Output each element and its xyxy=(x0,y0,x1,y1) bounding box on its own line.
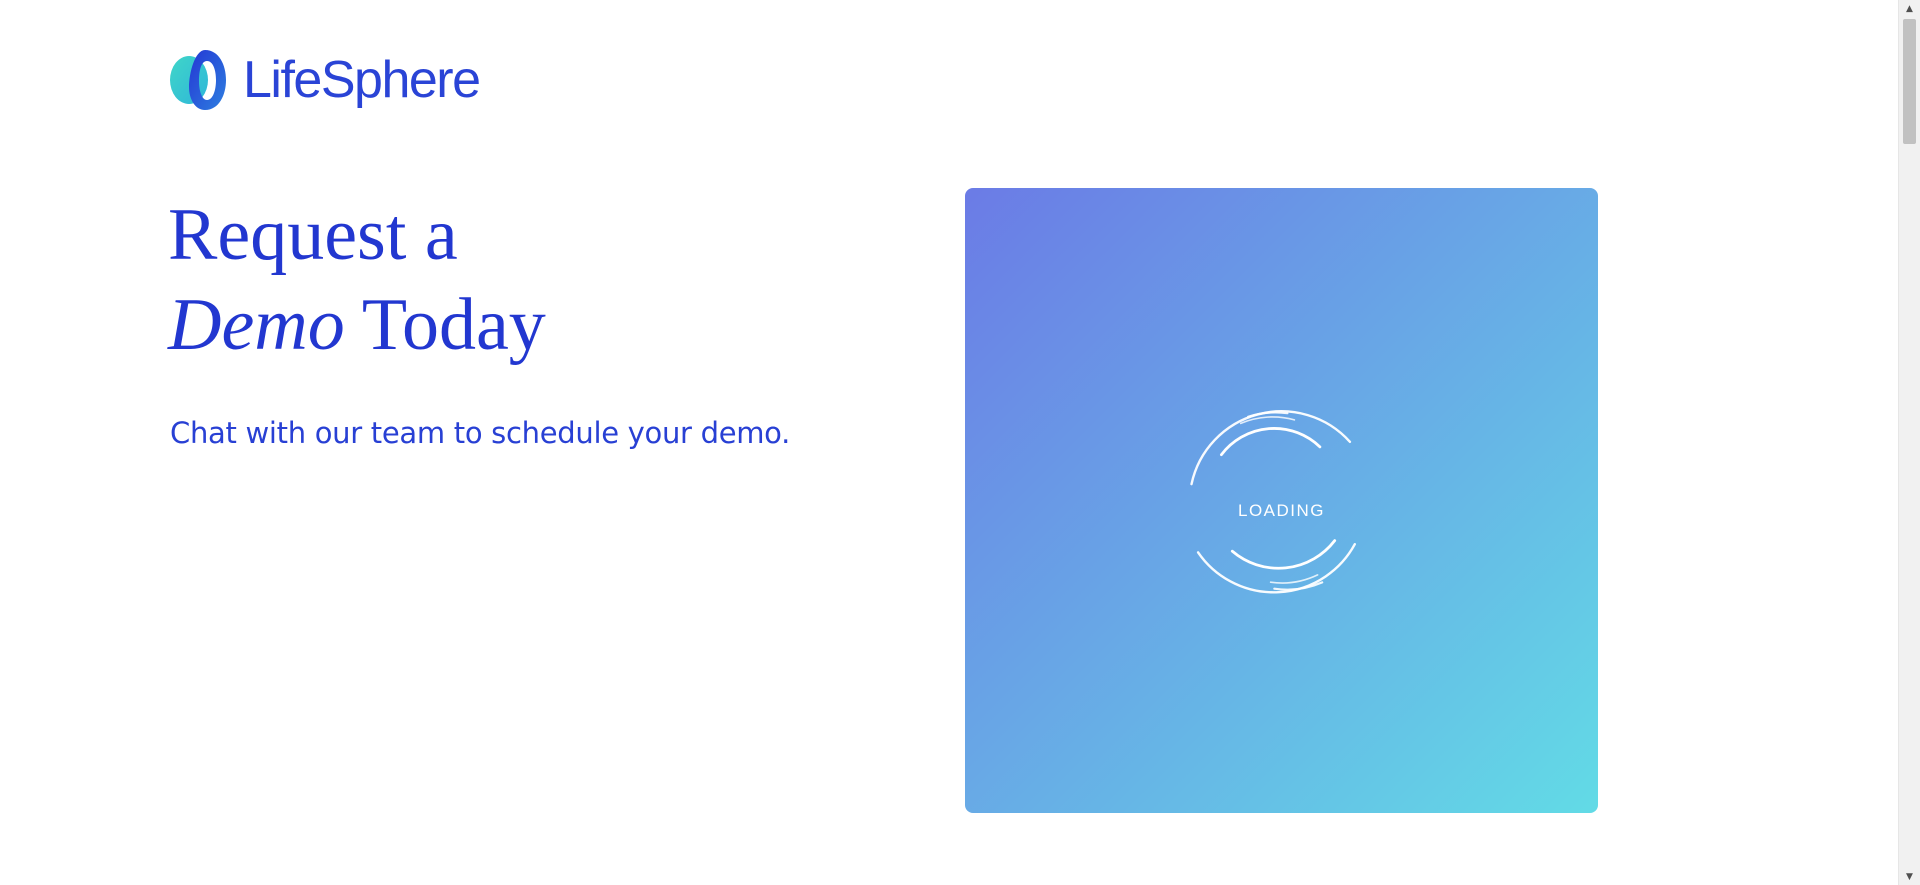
scrollbar-thumb[interactable] xyxy=(1903,19,1916,144)
page-subtitle: Chat with our team to schedule your demo… xyxy=(170,416,791,450)
lifesphere-logo-icon xyxy=(170,50,226,110)
chat-widget-panel[interactable]: LOADING xyxy=(965,188,1598,813)
title-line-2: Demo Today xyxy=(168,280,546,370)
title-line-2-rest: Today xyxy=(361,284,546,366)
title-emphasis: Demo xyxy=(168,284,345,366)
page: LifeSphere Request a Demo Today Chat wit… xyxy=(0,0,1920,885)
scroll-down-arrow-icon[interactable]: ▼ xyxy=(1899,868,1920,885)
page-title: Request a Demo Today xyxy=(168,190,546,370)
scroll-up-arrow-icon[interactable]: ▲ xyxy=(1899,0,1920,17)
loading-label: LOADING xyxy=(1237,501,1326,520)
brand-name: LifeSphere xyxy=(243,51,481,109)
lifesphere-logo-link[interactable]: LifeSphere xyxy=(169,49,481,111)
title-line-1: Request a xyxy=(168,194,458,276)
vertical-scrollbar[interactable]: ▲ ▼ xyxy=(1898,0,1920,885)
